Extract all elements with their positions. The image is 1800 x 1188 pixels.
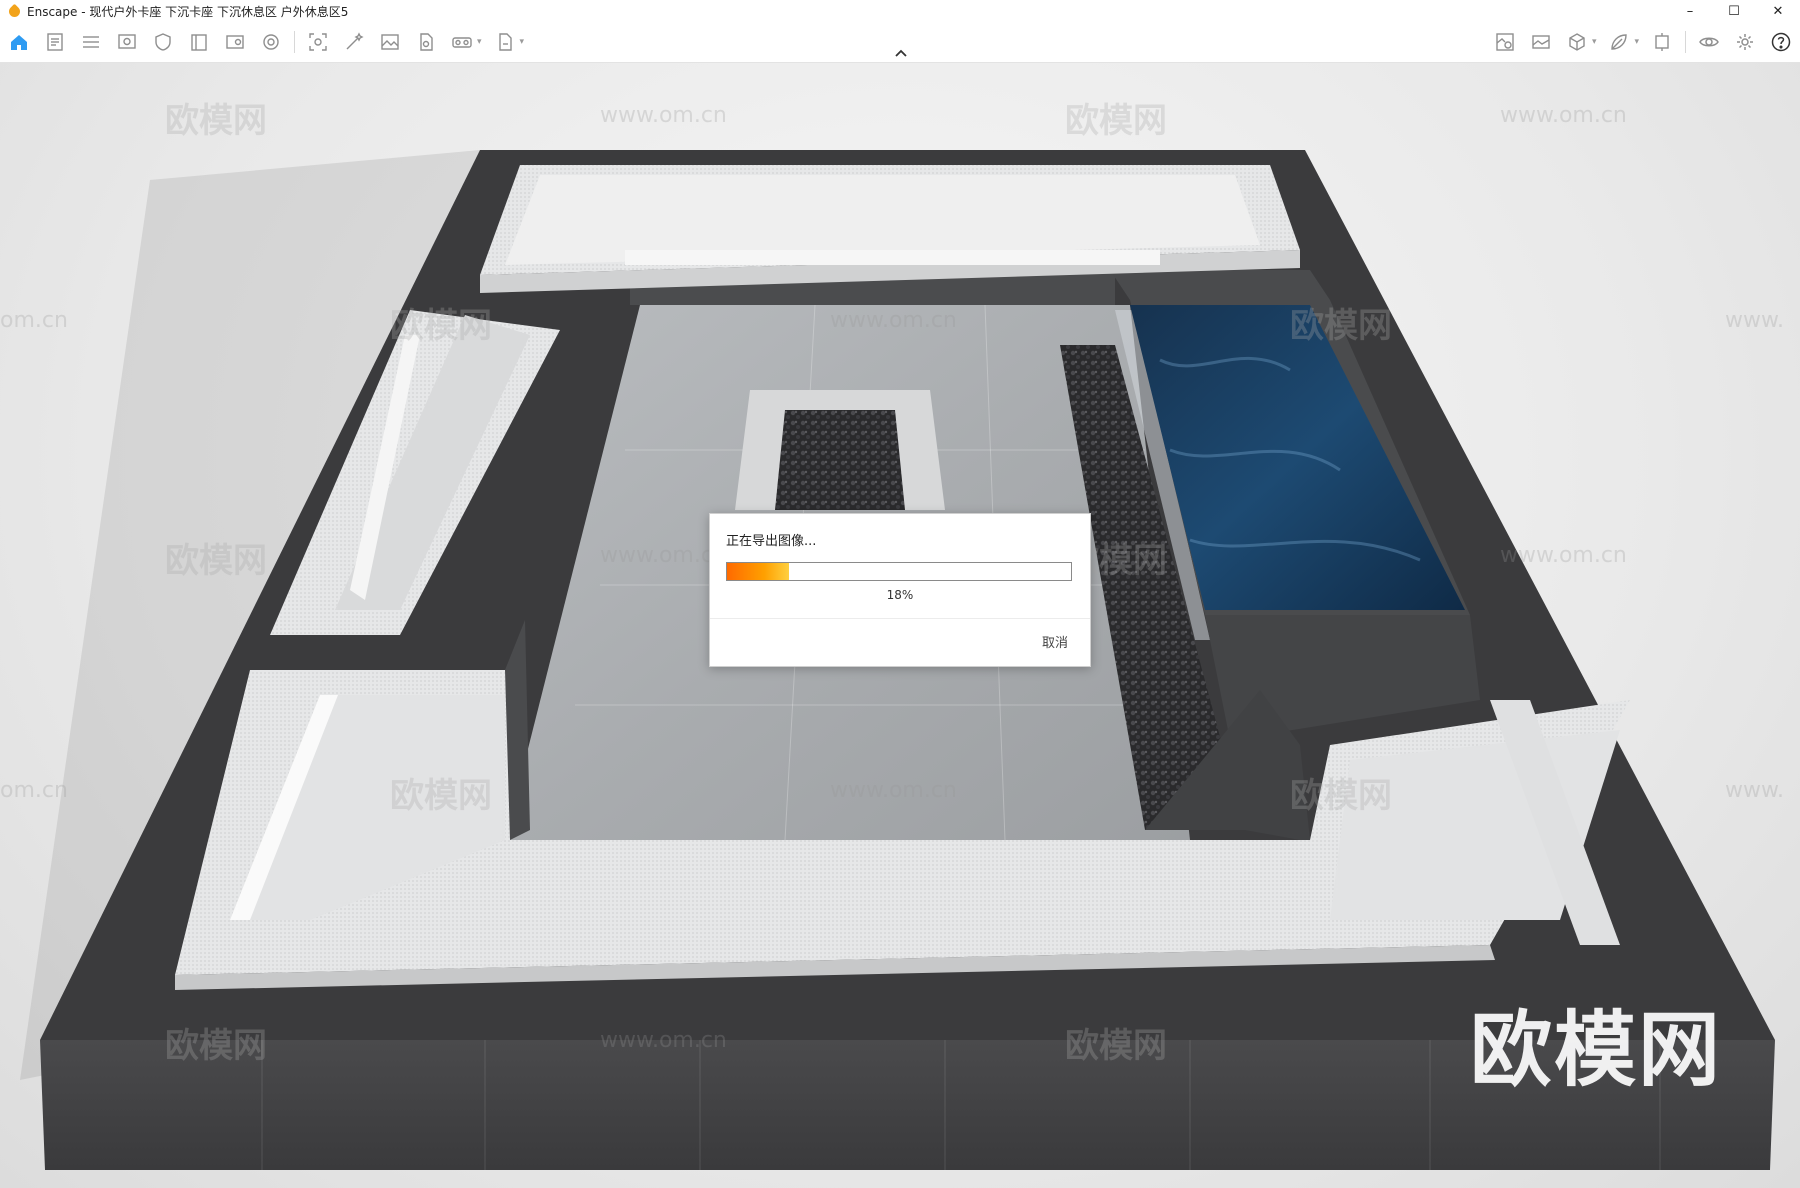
gear-icon[interactable]: [1732, 29, 1758, 55]
watermark-logo: 欧模网: [165, 101, 267, 141]
shield-icon[interactable]: [150, 29, 176, 55]
window-controls: – ☐ ✕: [1668, 0, 1800, 22]
minimize-button[interactable]: –: [1668, 0, 1712, 22]
watermark-site: www.om.cn: [600, 543, 727, 568]
collapse-toolbar-chevron-icon[interactable]: [892, 46, 910, 60]
settings-panel-icon[interactable]: [222, 29, 248, 55]
watermark-logo: 欧模网: [1065, 101, 1167, 141]
toolbar-separator: [294, 31, 295, 53]
watermark-site: www.om.cn: [600, 1028, 727, 1053]
watermark-site-partial: om.cn: [0, 308, 68, 333]
vr-dropdown-caret-icon[interactable]: ▾: [477, 37, 482, 47]
help-icon[interactable]: [1768, 29, 1794, 55]
toolbar-separator: [1685, 31, 1686, 53]
image-icon[interactable]: [377, 29, 403, 55]
screenshot-gallery-icon[interactable]: [1528, 29, 1554, 55]
dialog-divider: [710, 618, 1090, 619]
toolbar-left-group: ▾ ▾: [6, 28, 524, 56]
watermark-logo: 欧模网: [1065, 1026, 1167, 1066]
object-edit-icon[interactable]: [413, 29, 439, 55]
watermark-logo: 欧模网: [1290, 776, 1392, 816]
watermark-logo: 欧模网: [165, 1026, 267, 1066]
toolbar-right-group: ▾ ▾: [1492, 28, 1794, 56]
watermark-logo: 欧模网: [1290, 306, 1392, 346]
brand-watermark: 欧模网: [1470, 1003, 1723, 1098]
watermark-site-partial: www.: [1725, 308, 1784, 333]
export-progress-percent: 18%: [886, 588, 914, 602]
window-title: Enscape - 现代户外卡座 下沉卡座 下沉休息区 户外休息区5: [27, 4, 349, 19]
material-icon[interactable]: [1606, 29, 1632, 55]
watermark-logo: 欧模网: [165, 541, 267, 581]
preview-icon[interactable]: [114, 29, 140, 55]
layers-icon[interactable]: [78, 29, 104, 55]
export-progress-bar: [726, 562, 1072, 581]
watermark-site: www.om.cn: [1500, 103, 1627, 128]
export-status-message: 正在导出图像...: [726, 534, 817, 549]
asset-map-icon[interactable]: [1492, 29, 1518, 55]
watermark-site: www.om.cn: [830, 308, 957, 333]
view-dropdown-caret-icon[interactable]: ▾: [1592, 37, 1597, 47]
material-dropdown-caret-icon[interactable]: ▾: [1634, 37, 1639, 47]
sun-icon[interactable]: [1649, 29, 1675, 55]
vr-headset-icon[interactable]: [449, 29, 475, 55]
export-progress-fill: [727, 563, 789, 580]
title-bar: Enscape - 现代户外卡座 下沉卡座 下沉休息区 户外休息区5 – ☐ ✕: [0, 0, 1800, 22]
cancel-button[interactable]: 取消: [1042, 632, 1068, 651]
export-dropdown-caret-icon[interactable]: ▾: [520, 37, 525, 47]
watermark-logo: 欧模网: [390, 776, 492, 816]
book-icon[interactable]: [186, 29, 212, 55]
export-icon[interactable]: [492, 29, 518, 55]
watermark-site-partial: om.cn: [0, 778, 68, 803]
watermark-logo: 欧模网: [390, 306, 492, 346]
document-icon[interactable]: [42, 29, 68, 55]
watermark-site: www.om.cn: [600, 103, 727, 128]
enscape-logo-icon: [8, 5, 21, 18]
export-progress-dialog: 正在导出图像... 18% 取消: [709, 513, 1091, 667]
capture-frame-icon[interactable]: [305, 29, 331, 55]
eye-icon[interactable]: [1696, 29, 1722, 55]
cube-view-icon[interactable]: [1564, 29, 1590, 55]
watermark-site-partial: www.: [1725, 778, 1784, 803]
watermark-site: www.om.cn: [830, 778, 957, 803]
maximize-button[interactable]: ☐: [1712, 0, 1756, 22]
watermark-site: www.om.cn: [1500, 543, 1627, 568]
close-button[interactable]: ✕: [1756, 0, 1800, 22]
target-icon[interactable]: [258, 29, 284, 55]
magic-wand-icon[interactable]: [341, 29, 367, 55]
home-icon[interactable]: [6, 29, 32, 55]
